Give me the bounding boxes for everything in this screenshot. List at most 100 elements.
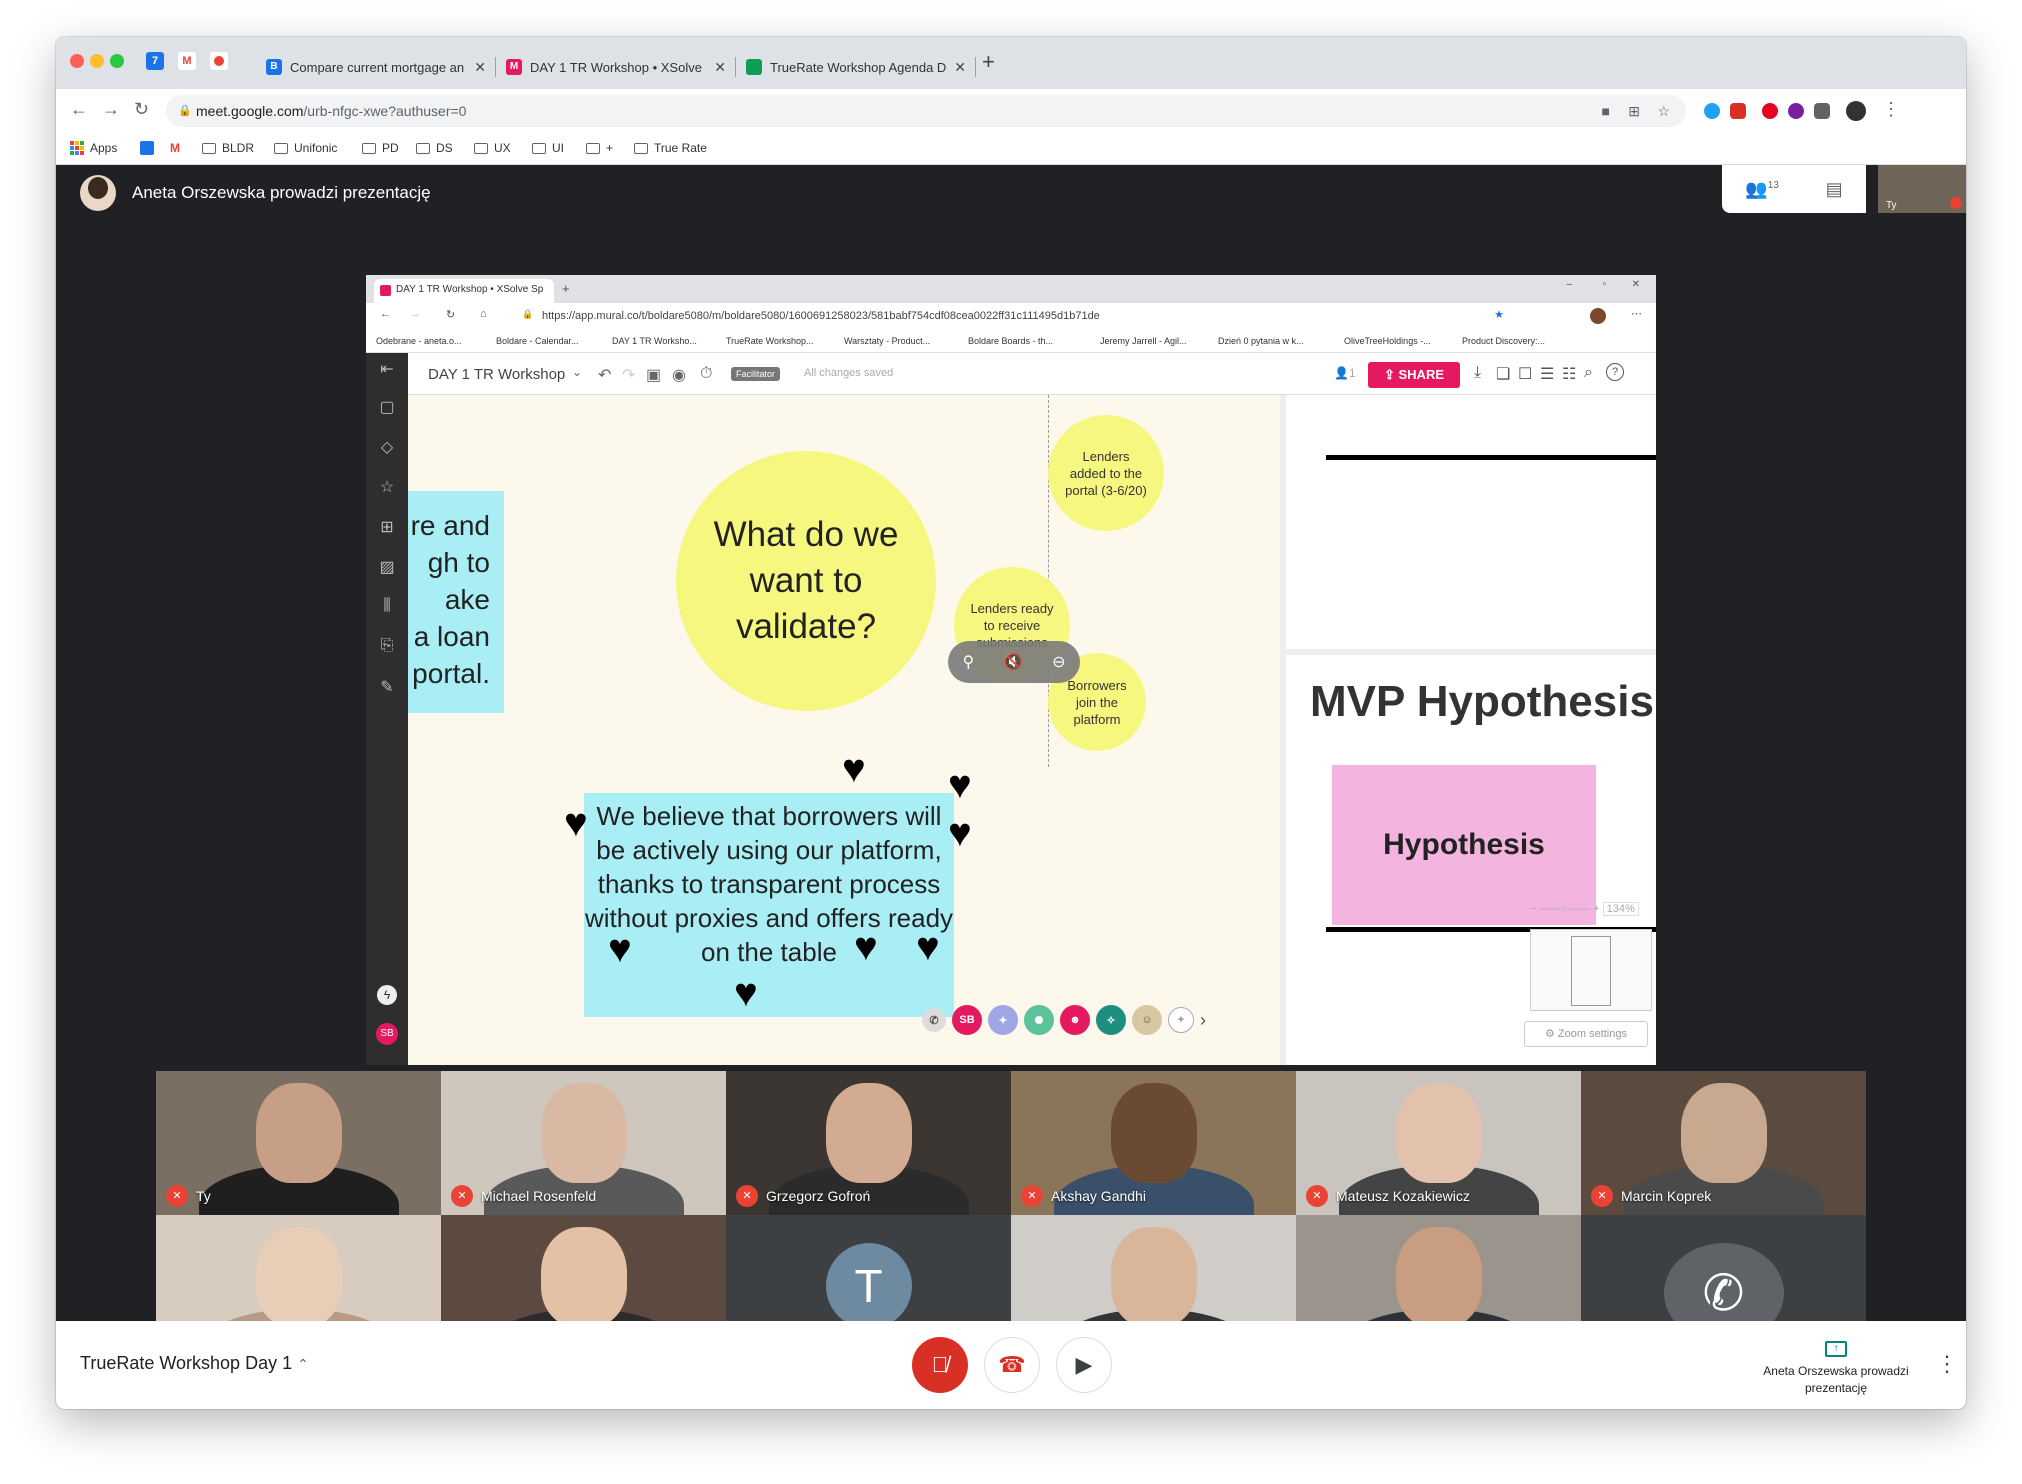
bookmark-folder-plus[interactable]: + <box>586 141 613 155</box>
save-status: All changes saved <box>804 367 894 379</box>
minimize-window-button[interactable] <box>90 54 104 68</box>
translate-icon[interactable]: ⊞ <box>1628 95 1640 127</box>
mute-mic-button[interactable]: 🎙̸ <box>912 1337 968 1393</box>
bookmark-folder-bldr[interactable]: BLDR <box>202 141 254 155</box>
bookmark-folder-unifonic[interactable]: Unifonic <box>274 141 337 155</box>
forward-arrow-icon[interactable]: → <box>102 99 120 120</box>
tab-agenda-sheet[interactable]: TrueRate Workshop Agenda Dr ✕ <box>736 45 976 89</box>
more-options-icon[interactable]: ⋮ <box>1936 1351 1958 1377</box>
bookmark-item: Boldare - Calendar... <box>496 336 579 346</box>
calendar-icon <box>140 141 154 155</box>
tab-mural-workshop[interactable]: M DAY 1 TR Workshop • XSolve S ✕ <box>496 45 736 89</box>
url-path: /urb-nfgc-xwe?authuser=0 <box>303 103 467 119</box>
heart-icon: ♥ <box>608 927 632 971</box>
pinned-tab-meet-icon[interactable] <box>210 52 228 70</box>
blue-b-icon: B <box>266 59 282 75</box>
online-users-count: 👤1 <box>1334 366 1356 380</box>
presenter-banner: Aneta Orszewska prowadzi prezentację <box>80 175 431 211</box>
folder-icon <box>274 142 288 154</box>
folder-icon <box>532 142 546 154</box>
zoom-percent: 134% <box>1602 902 1639 916</box>
extension-icon[interactable] <box>1762 103 1778 119</box>
muted-mic-icon: ✕ <box>166 1185 188 1207</box>
folder-icon <box>202 142 216 154</box>
participant-tile[interactable]: ✕ Akshay Gandhi <box>1011 1071 1296 1215</box>
puzzle-icon[interactable] <box>1814 103 1830 119</box>
bookmark-label: UI <box>552 141 564 155</box>
minimap <box>1530 929 1652 1011</box>
close-window-button[interactable] <box>70 54 84 68</box>
reload-icon[interactable]: ↻ <box>134 99 149 120</box>
comment-icon: ☐ <box>1518 366 1533 383</box>
activity-icon: ❏ <box>1496 366 1511 383</box>
participant-video-face <box>255 1227 342 1327</box>
bookmark-folder-true-rate[interactable]: True Rate <box>634 141 707 155</box>
star-icon: ☆ <box>379 479 395 496</box>
pinned-tab-gmail-icon[interactable]: M <box>178 52 196 70</box>
share-button: ⇪ SHARE <box>1368 362 1460 388</box>
pinned-tab-calendar-icon[interactable]: 7 <box>146 52 164 70</box>
tab-compare-mortgage[interactable]: B Compare current mortgage an ✕ <box>256 45 496 89</box>
close-tab-icon[interactable]: ✕ <box>714 59 726 76</box>
back-arrow-icon[interactable]: ← <box>70 99 88 120</box>
mural-address-bar: ← → ↻ ⌂ 🔒 https://app.mural.co/t/boldare… <box>366 303 1656 331</box>
participant-tile[interactable]: ✕ Grzegorz Gofroń <box>726 1071 1011 1215</box>
self-view-thumbnail[interactable]: Ty <box>1878 165 1966 213</box>
extension-icon[interactable] <box>1704 103 1720 119</box>
question-circle: What do we want to validate? <box>676 451 936 711</box>
meeting-title[interactable]: TrueRate Workshop Day 1 ⌃ <box>80 1353 309 1374</box>
address-bar[interactable]: 🔒 meet.google.com/urb-nfgc-xwe?authuser=… <box>166 95 1686 127</box>
bookmark-folder-ui[interactable]: UI <box>532 141 564 155</box>
close-tab-icon[interactable]: ✕ <box>474 59 486 76</box>
participant-tile[interactable]: ✕ Mateusz Kozakiewicz <box>1296 1071 1581 1215</box>
camera-toggle-button[interactable]: ▶ <box>1056 1337 1112 1393</box>
collaborator-avatars: ✆ SB ✦ ✺ ☻ ✧ ☺ + › <box>922 1005 1206 1035</box>
browser-window: 7 M B Compare current mortgage an ✕ M DA… <box>56 37 1966 1409</box>
maximize-icon: ▫ <box>1602 279 1606 290</box>
bookmark-star-icon[interactable]: ☆ <box>1657 95 1670 127</box>
extension-icon[interactable] <box>1730 103 1746 119</box>
mural-url: https://app.mural.co/t/boldare5080/m/bol… <box>542 310 1100 322</box>
chat-icon: ☰ <box>1540 366 1555 383</box>
browser-menu-icon[interactable]: ⋮ <box>1882 99 1900 120</box>
bookmark-calendar[interactable] <box>140 141 154 155</box>
profile-avatar[interactable] <box>1846 101 1866 121</box>
participant-video-face <box>1395 1083 1482 1183</box>
participant-tile[interactable]: ✕ Marcin Koprek <box>1581 1071 1866 1215</box>
participant-tile[interactable]: ✕ Michael Rosenfeld <box>441 1071 726 1215</box>
hang-up-button[interactable]: ☎ <box>984 1337 1040 1393</box>
bookmark-folder-ux[interactable]: UX <box>474 141 511 155</box>
tab-label: Compare current mortgage an <box>290 59 465 75</box>
extension-icon[interactable] <box>1788 103 1804 119</box>
collapse-icon: ⇤ <box>380 361 394 378</box>
tab-label: DAY 1 TR Workshop • XSolve S <box>530 59 707 75</box>
bookmark-folder-ds[interactable]: DS <box>416 141 453 155</box>
zoom-window-button[interactable] <box>110 54 124 68</box>
bookmark-apps[interactable]: Apps <box>70 141 117 155</box>
close-tab-icon[interactable]: ✕ <box>954 59 966 76</box>
bookmark-folder-pd[interactable]: PD <box>362 141 399 155</box>
timer-icon: ⏱ <box>700 365 713 382</box>
camera-icon[interactable]: ■ <box>1602 95 1610 127</box>
presentation-status[interactable]: ↑ Aneta Orszewska prowadzi prezentację <box>1756 1341 1916 1397</box>
hang-up-icon: ☎ <box>998 1352 1026 1377</box>
bookmark-item: Warsztaty - Product... <box>844 336 931 346</box>
heart-icon: ♥ <box>916 925 940 969</box>
new-tab-button[interactable]: + <box>982 49 995 75</box>
sloth-avatar-icon: ☺ <box>1132 1005 1162 1035</box>
image-icon: ▨ <box>379 559 395 576</box>
chat-icon[interactable]: ▤ <box>1826 179 1843 200</box>
file-icon: ⎘ <box>380 637 394 654</box>
participants-button[interactable]: 👥13 <box>1745 179 1779 200</box>
bookmark-item: Jeremy Jarrell - Agil... <box>1100 336 1187 346</box>
hypothesis-sticky-note: We believe that borrowers will be active… <box>584 793 954 1017</box>
more-icon: ⋯ <box>1631 308 1642 320</box>
hypothesis-card: Hypothesis <box>1332 765 1596 925</box>
folder-icon <box>474 142 488 154</box>
mural-bookmarks-bar: Odebrane - aneta.o... Boldare - Calendar… <box>366 331 1656 353</box>
participant-name: Michael Rosenfeld <box>481 1188 597 1204</box>
participant-tile[interactable]: ✕ Ty <box>156 1071 441 1215</box>
tab-strip: 7 M B Compare current mortgage an ✕ M DA… <box>56 37 1966 89</box>
bookmark-gmail[interactable]: M <box>170 141 180 155</box>
lightning-icon: ϟ <box>377 985 397 1005</box>
